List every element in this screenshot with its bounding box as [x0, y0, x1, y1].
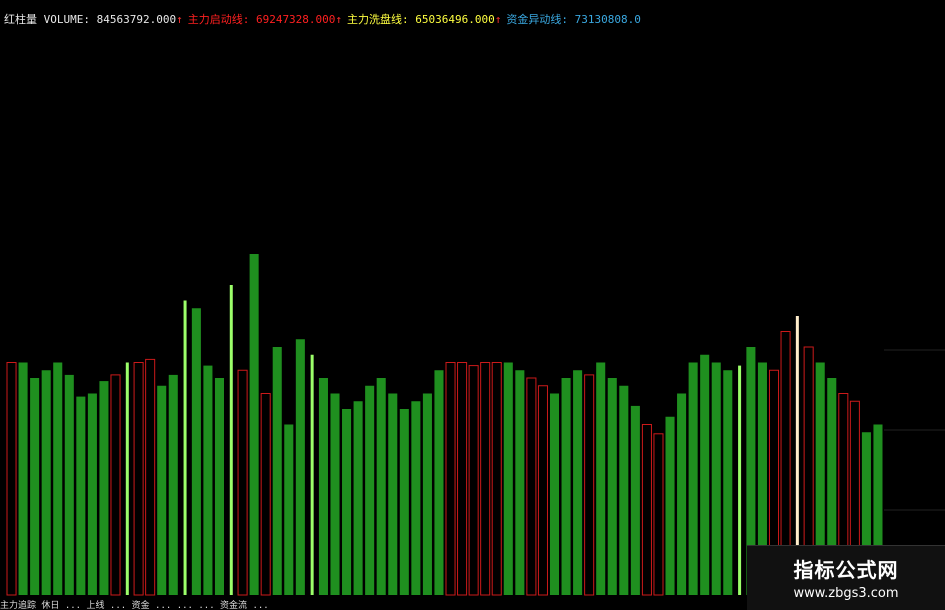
volume-bar [711, 362, 721, 595]
legend-item: 红柱量 VOLUME: 84563792.000 [4, 13, 177, 26]
legend-item: 主力洗盘线: 65036496.000 [347, 13, 495, 26]
volume-bar [87, 393, 97, 595]
volume-bar [434, 370, 444, 595]
legend-item: 主力启动线: 69247328.000 [187, 13, 336, 26]
volume-bar [688, 362, 698, 595]
volume-bar [168, 374, 178, 595]
volume-bar [330, 393, 340, 595]
volume-bar [30, 378, 40, 595]
volume-bar [537, 385, 548, 596]
volume-chart [6, 254, 945, 596]
volume-bar [700, 354, 710, 595]
volume-bar [677, 393, 687, 595]
volume-bar [310, 354, 314, 595]
volume-bar [457, 362, 468, 596]
volume-bar [53, 362, 63, 595]
volume-bar [641, 424, 652, 596]
volume-bar [64, 374, 74, 595]
volume-bar [237, 369, 248, 596]
volume-bar [41, 370, 51, 595]
volume-bar [723, 370, 733, 595]
indicator-legend: 红柱量 VOLUME: 84563792.000 ↑ 主力启动线: 69247328… [4, 8, 641, 30]
volume-bar [630, 405, 640, 595]
volume-bar [157, 385, 167, 595]
volume-bar [99, 381, 109, 595]
volume-bar [515, 370, 525, 595]
volume-bar [214, 378, 224, 595]
legend-arrow: ↑ [494, 12, 502, 26]
volume-bar [191, 308, 201, 595]
volume-bar [503, 362, 513, 595]
volume-bar [607, 378, 617, 595]
legend-arrow: ↑ [335, 12, 343, 26]
volume-bar [203, 365, 213, 595]
volume-bar [110, 374, 121, 596]
volume-bar [18, 362, 28, 595]
volume-bar [342, 409, 352, 595]
volume-bar [249, 254, 259, 595]
volume-bar [561, 378, 571, 595]
volume-bar [411, 401, 421, 595]
volume-bar [365, 385, 375, 595]
volume-bar [584, 374, 595, 596]
volume-bar [145, 358, 156, 596]
volume-bar [76, 396, 86, 595]
volume-bar [284, 424, 294, 595]
volume-bar [573, 370, 583, 595]
volume-bar [596, 362, 606, 595]
volume-bar [376, 378, 386, 595]
volume-bar [229, 285, 233, 595]
volume-bar [468, 365, 479, 596]
legend-arrow: ↑ [176, 12, 183, 26]
volume-bar [125, 362, 129, 595]
volume-bar [318, 378, 328, 595]
volume-bar [653, 433, 664, 596]
volume-bar [445, 362, 456, 596]
volume-bar [133, 362, 144, 596]
volume-bar [422, 393, 432, 595]
volume-bar [549, 393, 560, 595]
watermark: 指标公式网 www.zbgs3.com [747, 545, 945, 610]
volume-bar [399, 409, 409, 595]
volume-bar [388, 393, 398, 595]
volume-bar [738, 365, 742, 595]
volume-bar [353, 401, 363, 595]
volume-bar [491, 362, 502, 596]
volume-bar [260, 393, 271, 596]
watermark-title: 指标公式网 [793, 558, 899, 582]
volume-bar [665, 416, 675, 595]
volume-bar [619, 385, 629, 595]
legend-item: 资金异动线: 73130808.0 [506, 13, 641, 26]
watermark-url: www.zbgs3.com [793, 586, 899, 601]
volume-bar [480, 362, 491, 596]
volume-bar [295, 339, 305, 595]
volume-bar [6, 362, 17, 596]
volume-bar [526, 377, 537, 596]
volume-bar [272, 347, 282, 595]
volume-bar [183, 300, 187, 595]
